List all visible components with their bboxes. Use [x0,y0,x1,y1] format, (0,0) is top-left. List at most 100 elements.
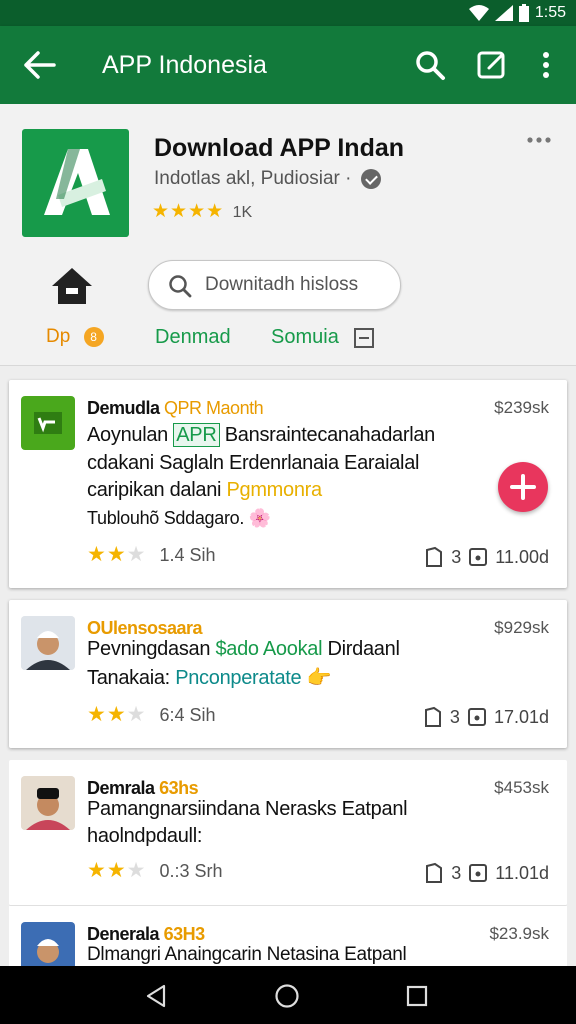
item-price: $929sk [494,618,549,637]
item-stats: 3 17.01d [422,706,549,728]
tab-somuia-label: Somuia [271,326,339,348]
line-pre: Pevningdasan [87,638,211,660]
item-title-text: Demudla [87,398,160,418]
item-line-3: caripikan dalani Pgmmonra [87,479,322,502]
app-name: Download APP Indan [154,134,405,162]
item-line-1: Dlmangri Anaingcarin Netasina Eatpanl [87,944,407,965]
item-title-text: OUlensosaara [87,618,203,638]
flower-emoji-icon: 🌸 [248,508,271,528]
line-highlight: $ado Aookal [215,638,323,660]
search-icon [169,275,192,298]
stat-time: 11.00d [495,546,549,567]
item-title-text: Demrala [87,778,155,798]
item-line-4: Tublouhõ Sddagaro. 🌸 [87,508,271,529]
line-highlight: Pnconperatate [175,667,302,689]
hand-emoji-icon: 👉 [306,667,332,689]
nav-recents-icon[interactable] [405,984,429,1008]
item-avatar [21,776,75,830]
item-avatar [21,616,75,670]
system-nav-bar [0,966,576,1024]
item-line-2: cdakani Saglaln Erdenrlanaia Earaialal [87,452,420,474]
item-title-text: Denerala [87,924,160,944]
stat-time: 11.01d [495,862,549,883]
stat-count: 3 [451,862,462,883]
item-line-1: Pamangnarsiindana Nerasks Eatpanl [87,798,408,820]
line-pre: Aoynulan [87,424,168,446]
tab-dp-label: Dp [46,326,71,347]
app-header: Download APP Indan Indotlas akl, Pudiosi… [0,104,576,366]
list-item[interactable]: Demrala 63hs $453sk Pamangnarsiindana Ne… [9,760,567,906]
edit-icon[interactable] [475,48,509,82]
rating-stars: ★★★ [87,859,147,882]
line-post: Dirdaanl [327,638,400,660]
line-pre: caripikan dalani [87,479,222,501]
item-rating: ★★★ 0.:3 Srh [87,858,223,883]
rating-stars: ★★★ [87,703,147,726]
item-thumbnail [21,396,75,450]
developer-name[interactable]: Indotlas akl, Pudiosiar · [154,168,381,190]
more-options-icon[interactable] [524,130,554,150]
signal-icon [494,5,513,21]
item-title: Denerala 63H3 [87,924,205,945]
nav-home-icon[interactable] [274,983,300,1009]
line-highlight: APR [173,423,220,447]
save-icon[interactable] [466,706,488,728]
item-stats: 3 11.00d [423,546,549,568]
bookmark-icon[interactable] [423,546,445,568]
rating-text: 6:4 Sih [159,705,216,725]
floating-action-button[interactable] [498,462,548,512]
list-item[interactable]: Denerala 63H3 $23.9sk Dlmangri Anaingcar… [9,906,567,976]
item-title: OUlensosaara [87,618,203,639]
app-logo [22,129,129,237]
item-stats: 3 11.01d [423,862,549,884]
back-arrow-icon[interactable] [22,50,56,80]
rating-stars: ★★★★ [152,201,225,222]
tab-somuia[interactable]: Somuia [271,326,375,349]
app-bar-title: APP Indonesia [102,51,267,79]
search-field[interactable]: Downitadh hisloss [148,260,401,310]
list-item[interactable]: OUlensosaara $929sk Pevningdasan $ado Ao… [9,600,567,748]
bookmark-icon[interactable] [423,862,445,884]
verified-icon [360,168,381,189]
item-price: $23.9sk [489,924,549,943]
line-text: Tublouhõ Sddagaro. [87,508,245,528]
bookmark-icon[interactable] [422,706,444,728]
tab-dp-badge: 8 [83,326,104,347]
rating-text: 1.4 Sih [159,545,216,565]
rating-count: 1K [232,204,253,221]
overflow-menu-icon[interactable] [529,48,563,82]
minus-box-icon [354,327,375,348]
status-bar: 1:55 [0,0,576,26]
clock: 1:55 [534,4,566,21]
list-item[interactable]: Demudla QPR Maonth $239sk Aoynulan APR B… [9,380,567,588]
line-post: Bansraintecanahadarlan [224,424,436,446]
item-line-1: Aoynulan APR Bansraintecanahadarlan [87,423,436,447]
nav-back-icon[interactable] [144,983,168,1009]
search-icon[interactable] [413,48,447,82]
home-icon[interactable] [48,264,96,308]
stat-time: 17.01d [493,706,549,727]
wifi-icon [468,5,489,21]
save-icon[interactable] [467,546,489,568]
app-rating: ★★★★ 1K [152,200,252,223]
item-tag: QPR Maonth [164,398,264,418]
tab-dp[interactable]: Dp 8 [46,326,104,348]
line-highlight: Pgmmonra [226,479,322,501]
item-tag: 63hs [159,778,199,798]
plus-icon [510,474,536,500]
stat-count: 3 [449,706,460,727]
item-line-1: Pevningdasan $ado Aookal Dirdaanl [87,638,400,661]
item-tag: 63H3 [163,924,206,944]
search-placeholder: Downitadh hisloss [205,274,359,295]
item-title: Demudla QPR Maonth [87,398,264,419]
item-line-2: Tanakaia: Pnconperatate 👉 [87,665,332,690]
item-title: Demrala 63hs [87,778,199,799]
rating-stars: ★★★ [87,543,147,566]
save-icon[interactable] [467,862,489,884]
item-price: $453sk [494,778,549,797]
item-line-2: haolndpdaull: [87,825,203,847]
app-bar: APP Indonesia [0,26,576,104]
line-pre: Tanakaia: [87,667,170,689]
tab-denmad[interactable]: Denmad [155,326,231,349]
item-rating: ★★★ 6:4 Sih [87,702,216,727]
